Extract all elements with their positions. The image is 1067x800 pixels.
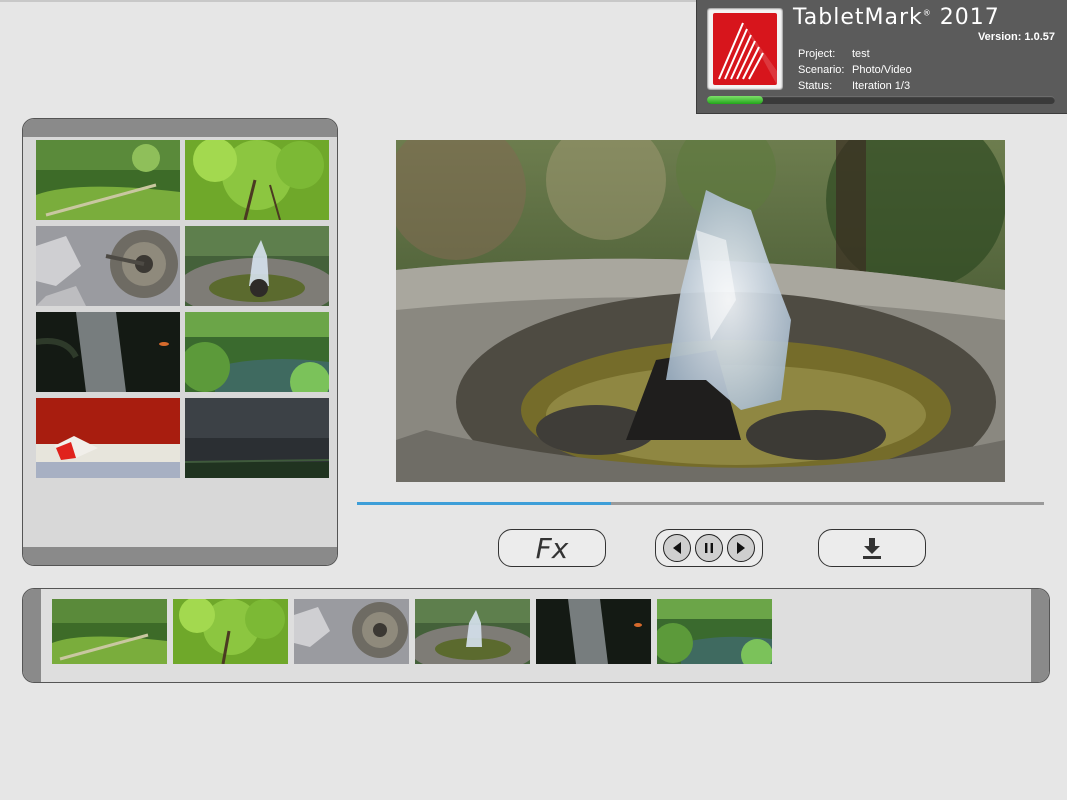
benchmark-progress-bar — [707, 96, 1055, 104]
playback-controls — [655, 529, 763, 567]
video-seek-bar[interactable] — [357, 502, 1044, 505]
tabletmark-logo — [707, 8, 783, 90]
fx-button[interactable]: Fx — [498, 529, 606, 567]
benchmark-progress-fill — [707, 96, 763, 104]
timeline-clip-1[interactable] — [52, 599, 167, 664]
app-title: TabletMark® 2017 — [793, 5, 1000, 30]
photo-gallery-panel — [22, 118, 338, 566]
brand-year: 2017 — [939, 5, 1000, 30]
timeline-clip-5[interactable] — [536, 599, 651, 664]
video-seek-fill — [357, 502, 612, 505]
gallery-thumb-5[interactable] — [36, 312, 180, 392]
download-button[interactable] — [818, 529, 926, 567]
skip-forward-button[interactable] — [727, 534, 755, 562]
gallery-thumb-4[interactable] — [185, 226, 329, 306]
timeline-left-handle[interactable] — [23, 589, 41, 682]
status-value: Iteration 1/3 — [852, 80, 911, 92]
timeline-clip-2[interactable] — [173, 599, 288, 664]
project-value: test — [852, 48, 870, 60]
timeline-clip-3[interactable] — [294, 599, 409, 664]
download-icon — [863, 538, 881, 559]
timeline-strip — [22, 588, 1050, 683]
gallery-thumb-1[interactable] — [36, 140, 180, 220]
skip-back-icon — [673, 542, 681, 554]
gallery-thumb-3[interactable] — [36, 226, 180, 306]
main-photo-preview — [396, 140, 1005, 482]
pause-button[interactable] — [695, 534, 723, 562]
version-label: Version: 1.0.57 — [977, 31, 1055, 43]
brand-name: TabletMark — [793, 5, 923, 30]
fx-button-label: Fx — [535, 531, 569, 565]
timeline-clip-6[interactable] — [657, 599, 772, 664]
gallery-thumb-8[interactable] — [185, 398, 329, 478]
scenario-key: Scenario: — [798, 64, 845, 76]
gallery-bottom-bar — [23, 547, 337, 565]
pause-icon — [705, 543, 713, 553]
app-header-badge: TabletMark® 2017 Version: 1.0.57 Project… — [696, 0, 1067, 114]
scenario-value: Photo/Video — [852, 64, 912, 76]
status-key: Status: — [798, 80, 833, 92]
timeline-right-handle[interactable] — [1031, 589, 1049, 682]
skip-forward-icon — [737, 542, 745, 554]
run-info: Project: test Scenario: Photo/Video Status… — [798, 46, 912, 94]
gallery-thumb-2[interactable] — [185, 140, 329, 220]
skip-back-button[interactable] — [663, 534, 691, 562]
gallery-thumb-7[interactable] — [36, 398, 180, 478]
project-key: Project: — [798, 48, 836, 60]
gallery-thumb-6[interactable] — [185, 312, 329, 392]
gallery-top-bar — [23, 119, 337, 137]
timeline-clip-4[interactable] — [415, 599, 530, 664]
